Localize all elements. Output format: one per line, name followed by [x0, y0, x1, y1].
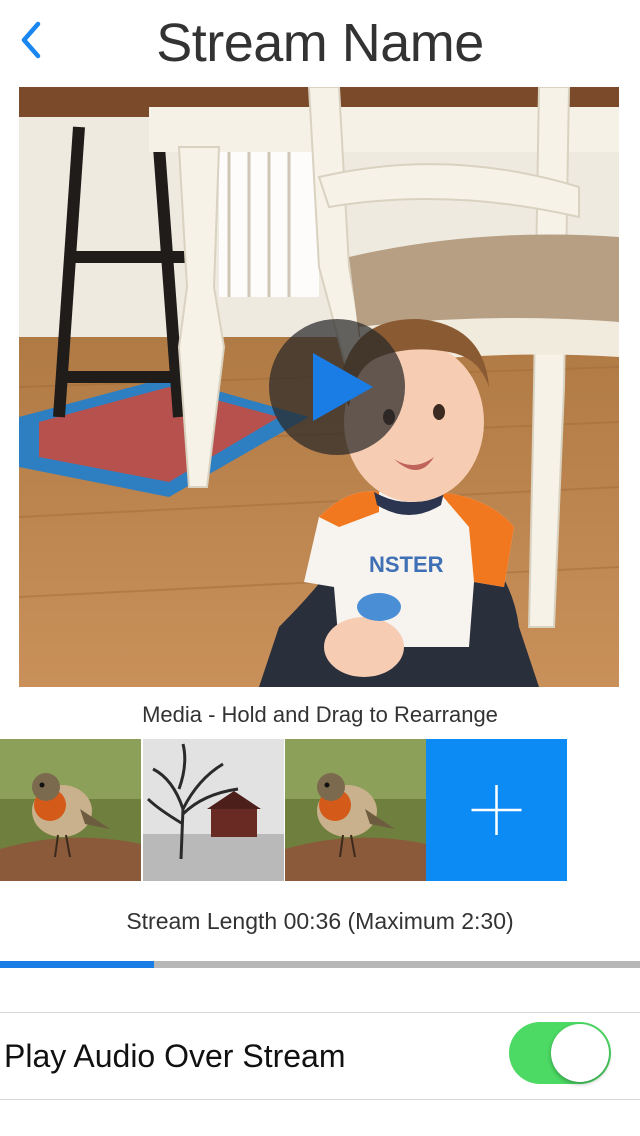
- tree-house-photo: [143, 739, 284, 881]
- robin-photo: [285, 739, 426, 881]
- video-preview[interactable]: NSTER: [19, 87, 619, 687]
- robin-photo: [0, 739, 141, 881]
- media-thumbnail[interactable]: [0, 739, 141, 881]
- divider: [0, 1012, 640, 1013]
- media-strip: [0, 739, 640, 881]
- stream-length-progress-fill: [0, 961, 154, 968]
- play-audio-label: Play Audio Over Stream: [4, 1038, 346, 1074]
- media-thumbnail[interactable]: [143, 739, 284, 881]
- add-media-button[interactable]: [426, 739, 567, 881]
- media-thumbnail[interactable]: [285, 739, 426, 881]
- play-icon: [313, 353, 373, 421]
- page-title: Stream Name: [156, 13, 484, 73]
- media-caption: Media - Hold and Drag to Rearrange: [142, 702, 498, 727]
- play-button[interactable]: [269, 319, 405, 455]
- plus-icon: [471, 785, 522, 835]
- stream-length-text: Stream Length 00:36 (Maximum 2:30): [126, 908, 514, 934]
- svg-text:NSTER: NSTER: [369, 552, 444, 577]
- stream-length-progress: [0, 961, 640, 968]
- divider: [0, 1099, 640, 1100]
- play-audio-toggle[interactable]: [509, 1022, 611, 1084]
- toggle-knob: [551, 1024, 609, 1082]
- navigation-bar: Stream Name: [0, 0, 640, 87]
